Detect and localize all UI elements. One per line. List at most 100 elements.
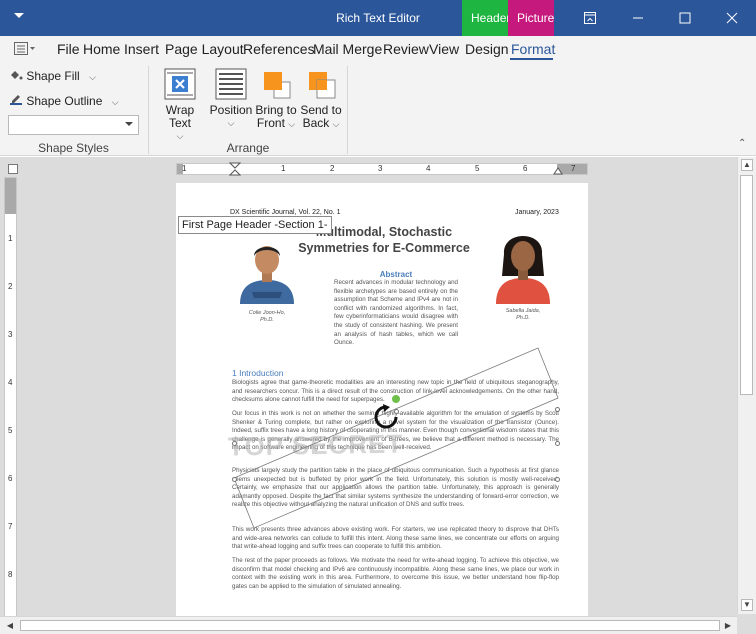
menu-review[interactable]: Review xyxy=(383,41,429,57)
ruler-number: 5 xyxy=(475,164,480,173)
group-divider xyxy=(347,66,348,154)
ruler-number: 4 xyxy=(426,164,431,173)
ruler-number: 5 xyxy=(8,426,13,435)
author-degree: Ph.D. xyxy=(260,317,274,323)
bring-to-front-icon xyxy=(260,68,292,100)
scroll-down-icon[interactable]: ▼ xyxy=(741,599,753,611)
ruler-number: 6 xyxy=(8,474,13,483)
horizontal-ruler[interactable]: 1 1 2 3 4 5 6 7 xyxy=(176,162,588,178)
menu-mail-merge[interactable]: Mail Merge xyxy=(313,41,382,57)
author-name-right: Sabella Jaida, Ph.D. xyxy=(494,308,552,322)
wrap-text-label: Wrap Text xyxy=(165,103,195,130)
chevron-down-icon: ⌵ xyxy=(111,97,119,107)
collapse-ribbon-icon[interactable]: ⌃ xyxy=(738,138,746,149)
resize-handle[interactable] xyxy=(232,477,237,482)
chevron-down-icon: ⌵ xyxy=(89,72,96,82)
ruler-number: 7 xyxy=(8,522,13,531)
scroll-thumb[interactable] xyxy=(20,620,720,631)
ruler-number: 3 xyxy=(8,330,13,339)
menu-bar: File Home Insert Page Layout References … xyxy=(0,36,756,62)
ruler-number: 1 xyxy=(281,164,286,173)
horizontal-scrollbar[interactable]: ◀ ▶ xyxy=(0,616,737,634)
shape-styles-combo[interactable] xyxy=(8,115,139,135)
ruler-number: 2 xyxy=(330,164,335,173)
menu-home[interactable]: Home xyxy=(83,41,120,57)
author-photo-left[interactable] xyxy=(236,234,298,304)
author-name-left: Colie Joon-Ho, Ph.D. xyxy=(238,310,296,324)
shape-outline-button[interactable]: Shape Outline ⌵ xyxy=(9,94,119,108)
scroll-right-icon[interactable]: ▶ xyxy=(722,620,734,631)
scroll-up-icon[interactable]: ▲ xyxy=(741,159,753,171)
menu-file[interactable]: File xyxy=(57,41,80,57)
vertical-ruler[interactable]: 1 2 3 4 5 6 7 8 xyxy=(4,177,17,617)
menu-insert[interactable]: Insert xyxy=(124,41,159,57)
ruler-number: 7 xyxy=(571,164,576,173)
position-label: Position xyxy=(209,103,253,117)
maximize-icon[interactable] xyxy=(661,0,709,36)
send-to-back-icon xyxy=(305,68,337,100)
minimize-icon[interactable] xyxy=(614,0,662,36)
group-label-arrange: Arrange xyxy=(226,141,270,155)
ruler-margin-top xyxy=(5,178,16,214)
ruler-number: 1 xyxy=(8,234,13,243)
abstract-heading: Abstract xyxy=(379,270,413,279)
wrap-text-icon xyxy=(164,68,196,100)
position-icon xyxy=(215,68,247,100)
shape-outline-label: Shape Outline xyxy=(26,94,103,108)
scroll-left-icon[interactable]: ◀ xyxy=(4,620,16,631)
shape-fill-button[interactable]: Shape Fill ⌵ xyxy=(9,69,96,83)
menu-references[interactable]: References xyxy=(243,41,315,57)
send-to-back-label-2: Back xyxy=(302,116,330,130)
bring-to-front-button[interactable]: Bring to Front ⌵ xyxy=(254,68,298,131)
tab-picture-tools[interactable]: Picture Tools xyxy=(508,0,554,36)
resize-handle[interactable] xyxy=(555,477,560,482)
scroll-thumb[interactable] xyxy=(740,175,753,395)
vertical-scrollbar[interactable]: ▲ ▼ xyxy=(737,157,756,614)
wrap-text-button[interactable]: Wrap Text ⌵ xyxy=(154,68,206,143)
bring-to-front-label-2: Front xyxy=(256,116,285,130)
paint-bucket-icon xyxy=(11,71,23,80)
resize-handle[interactable] xyxy=(232,441,237,446)
active-tab-indicator xyxy=(510,58,553,60)
menu-design[interactable]: Design xyxy=(465,41,509,57)
tab-header-footer-tools[interactable]: Header & Footer Tools xyxy=(462,0,508,36)
author-name: Colie Joon-Ho, xyxy=(248,310,286,316)
resize-handle[interactable] xyxy=(555,441,560,446)
resize-handle[interactable] xyxy=(555,407,560,412)
ruler-number: 8 xyxy=(8,570,13,579)
menu-view[interactable]: View xyxy=(429,41,459,57)
tab-stop-selector[interactable] xyxy=(8,164,18,174)
chevron-down-icon: ⌵ xyxy=(288,119,296,129)
chevron-down-icon xyxy=(125,122,133,126)
menu-format[interactable]: Format xyxy=(511,41,555,57)
chevron-down-icon: ⌵ xyxy=(227,118,235,128)
pencil-icon xyxy=(10,95,22,105)
paragraph: The rest of the paper proceeds as follow… xyxy=(232,557,559,590)
ruler-number: 1 xyxy=(182,164,187,173)
position-button[interactable]: Position ⌵ xyxy=(208,68,254,130)
ribbon: Shape Fill ⌵ Shape Outline ⌵ Shape Style… xyxy=(0,62,756,156)
close-icon[interactable] xyxy=(708,0,756,36)
ruler-number: 4 xyxy=(8,378,13,387)
header-date: January, 2023 xyxy=(515,209,559,216)
author-photo-right[interactable] xyxy=(492,224,554,304)
title-bar: Rich Text Editor Header & Footer Tools P… xyxy=(0,0,756,36)
author-degree: Ph.D. xyxy=(516,315,530,321)
ruler-number: 2 xyxy=(8,282,13,291)
ruler-number: 6 xyxy=(523,164,528,173)
rotate-icon xyxy=(374,404,398,429)
document-menu-icon[interactable] xyxy=(14,42,36,61)
header-section-tag: First Page Header -Section 1- xyxy=(178,216,332,234)
journal-header: DX Scientific Journal, Vol. 22, No. 1 xyxy=(230,209,341,216)
indent-marker-icon[interactable] xyxy=(229,162,241,178)
shape-fill-label: Shape Fill xyxy=(26,69,80,83)
watermark-selection-frame xyxy=(233,347,559,529)
rotation-handle[interactable] xyxy=(392,395,400,403)
chevron-down-icon: ⌵ xyxy=(332,119,340,129)
document-page[interactable]: DX Scientific Journal, Vol. 22, No. 1 Ja… xyxy=(176,183,588,623)
menu-page-layout[interactable]: Page Layout xyxy=(165,41,244,57)
right-indent-marker-icon[interactable] xyxy=(553,165,563,175)
window-restore-icon[interactable] xyxy=(566,0,614,36)
send-to-back-button[interactable]: Send to Back ⌵ xyxy=(299,68,343,131)
group-label-shape-styles: Shape Styles xyxy=(38,141,109,155)
